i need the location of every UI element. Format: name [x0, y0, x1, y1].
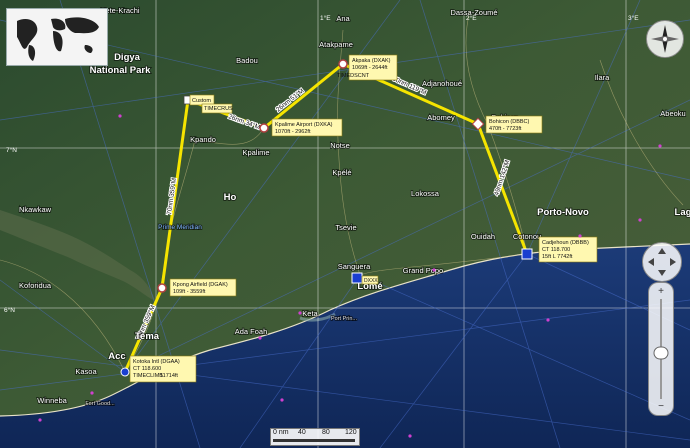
- graticule-label: 1°E: [320, 14, 331, 22]
- place-label: Acc: [108, 351, 125, 362]
- pan-arrows-icon: [648, 248, 676, 276]
- place-label: Ouidah: [471, 232, 495, 241]
- place-label: Ho: [224, 192, 237, 203]
- place-label: Tsevie: [335, 223, 356, 232]
- place-label: Abeoku: [660, 109, 685, 118]
- zoom-slider[interactable]: + −: [648, 282, 674, 416]
- place-label: Notse: [330, 141, 350, 150]
- place-label: Grand Popo: [403, 266, 443, 275]
- place-label: Kpalime: [242, 148, 269, 157]
- scale-tick-0: 0 nm: [273, 429, 289, 436]
- custom-label: Custom: [192, 98, 211, 104]
- place-label: Sanguera: [338, 262, 371, 271]
- place-label: Kasoa: [75, 367, 97, 376]
- place-label: Fort Good...: [85, 401, 115, 407]
- dbbb-line-2: CT 118.700: [542, 247, 570, 253]
- dxak-line-3: TIMEDSCNT: [337, 73, 370, 79]
- place-label: Kpélé: [332, 168, 351, 177]
- world-minimap[interactable]: [6, 8, 108, 66]
- dbbb-line-1: Cadjehoun (DBBB): [542, 240, 589, 246]
- place-label: Porto-Novo: [537, 207, 589, 218]
- dxak-line-2: 1069ft - 2644ft: [352, 65, 388, 71]
- graticule-label: 3°E: [628, 14, 639, 22]
- scale-tick-2: 80: [322, 429, 330, 436]
- scale-bar: 0 nm 40 80 120: [270, 428, 360, 446]
- place-label: Ilara: [595, 73, 610, 82]
- dgaa-line-1: Kotoka Intl (DGAA): [133, 359, 180, 365]
- place-label: Tema: [135, 331, 160, 342]
- zoom-in-icon: +: [658, 286, 664, 297]
- waypoint-dgaa[interactable]: Kotoka Intl (DGAA) CT 118.600 TIMECLIMB …: [120, 355, 197, 383]
- dbbc-line-2: 470ft - 7723ft: [489, 126, 522, 132]
- graticule-label: 6°N: [4, 306, 15, 314]
- waypoint-dxka[interactable]: Kpalime Airport (DXKA) 1070ft - 2962ft: [259, 118, 343, 137]
- dgak-line-2: 109ft - 3559ft: [173, 289, 206, 295]
- compass-rose[interactable]: [646, 20, 684, 58]
- place-label: Port Prin...: [331, 316, 357, 322]
- scale-tick-3: 120: [345, 429, 357, 436]
- timecruise-label: TIMECRUS: [204, 106, 233, 112]
- place-label: Badou: [236, 56, 258, 65]
- dbbc-line-1: Bohicon (DBBC): [489, 119, 530, 125]
- dxka-line-2: 1070ft - 2962ft: [275, 129, 311, 135]
- place-label: Keta: [302, 309, 318, 318]
- dxak-line-1: Akpaka (DXAK): [352, 58, 391, 64]
- zoom-slider-graphic: + −: [653, 286, 669, 412]
- pan-control[interactable]: [642, 242, 682, 282]
- place-label: Kpando: [190, 135, 216, 144]
- place-label: Lokossa: [411, 189, 440, 198]
- place-label: Adjanohoué: [422, 79, 462, 88]
- dbbb-line-3: 15ft L 7742ft: [542, 254, 573, 260]
- place-label: Winneba: [37, 396, 67, 405]
- place-label: Prime Meridian: [158, 224, 202, 231]
- map-canvas[interactable]: 75nm 359°M 70nm 359°M 26nm 34°M 26nm 51°…: [0, 0, 690, 448]
- place-label: Nkawkaw: [19, 205, 52, 214]
- zoom-handle[interactable]: [653, 346, 669, 360]
- world-silhouette: [7, 9, 107, 65]
- place-label: Ada Foah: [235, 327, 268, 336]
- place-label: Digya: [114, 52, 141, 63]
- dgaa-line-3: TIMECLIMB: [133, 373, 163, 379]
- dgaa-line-2: CT 118.600: [133, 366, 161, 372]
- zoom-out-icon: −: [658, 401, 664, 412]
- dgaa-line-4: 11714ft: [160, 373, 178, 379]
- scale-tick-1: 40: [298, 429, 306, 436]
- graticule-label: 7°N: [6, 146, 17, 154]
- dxka-line-1: Kpalime Airport (DXKA): [275, 122, 333, 128]
- place-label: Lag: [675, 207, 690, 218]
- place-label: Cotonou: [513, 232, 541, 241]
- place-label: Koforidua: [19, 281, 52, 290]
- place-label: Atakpame: [319, 40, 353, 49]
- compass-icon: [651, 25, 679, 53]
- graticule-label: 2°E: [466, 14, 477, 22]
- lome-label: DXXX: [364, 278, 378, 284]
- dgak-line-1: Kpong Airfield (DGAK): [173, 282, 228, 288]
- place-label: Abomey: [427, 113, 455, 122]
- place-label: Ana: [336, 14, 350, 23]
